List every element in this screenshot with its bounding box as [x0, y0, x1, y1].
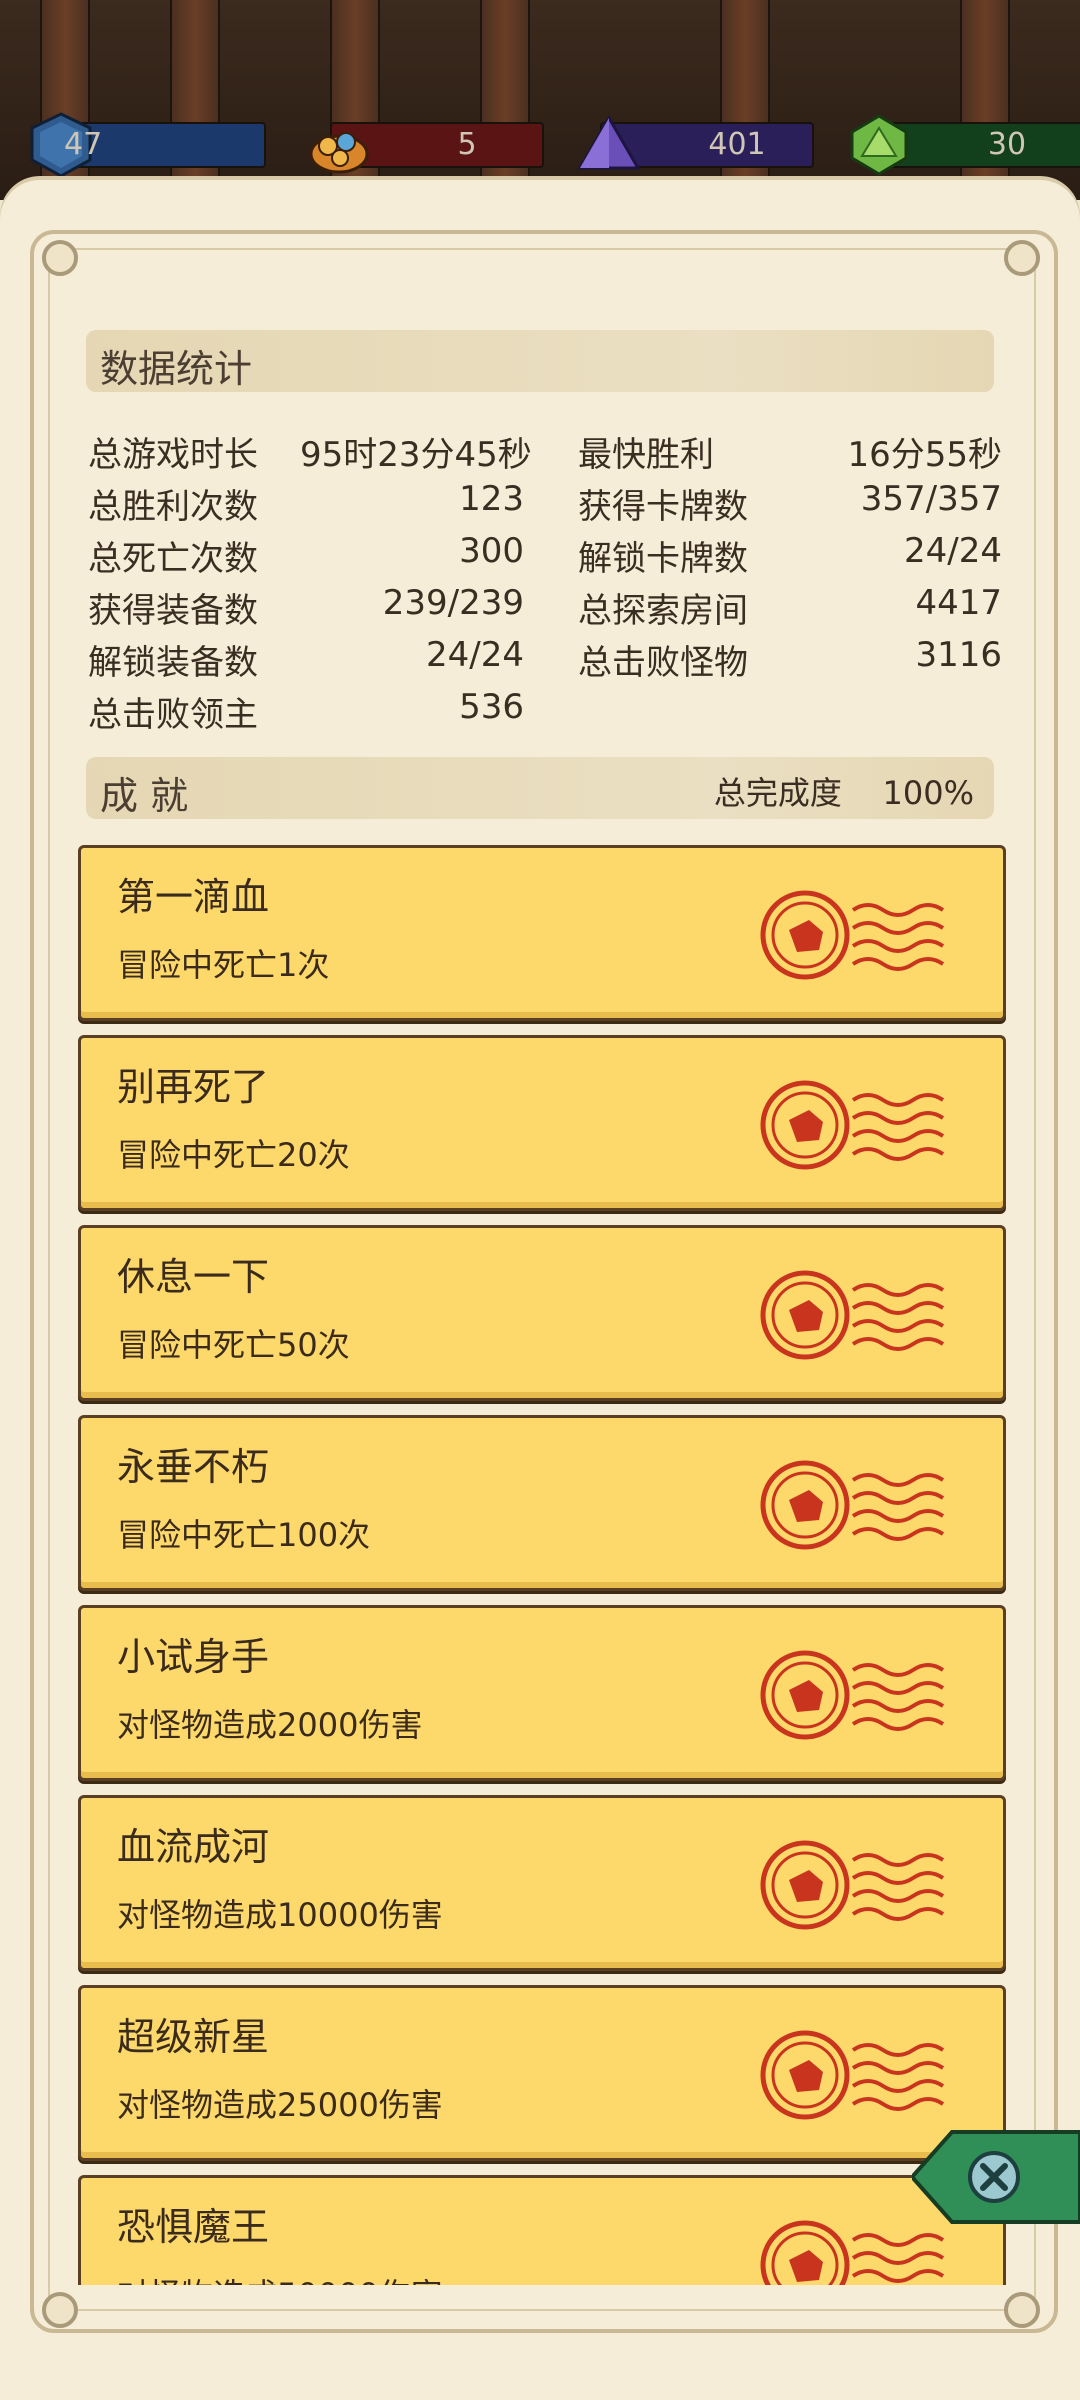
corner-ornament	[1004, 2292, 1040, 2328]
achievement-desc: 对怪物造成25000伤害	[117, 2086, 443, 2124]
completed-stamp-icon	[760, 1080, 945, 1170]
stat-label: 解锁装备数	[88, 643, 258, 683]
completed-stamp-icon	[760, 1650, 945, 1740]
achievement-desc: 对怪物造成10000伤害	[117, 1896, 443, 1934]
stat-value: 24/24	[904, 531, 1002, 571]
stat-label: 解锁卡牌数	[578, 539, 748, 579]
achievement-desc: 对怪物造成2000伤害	[117, 1706, 423, 1744]
achievement-title: 第一滴血	[117, 875, 270, 919]
achievement-title: 永垂不朽	[117, 1445, 270, 1489]
achievement-title: 休息一下	[117, 1255, 270, 1299]
completed-stamp-icon	[760, 890, 945, 980]
completed-stamp-icon	[760, 1270, 945, 1360]
stat-label: 总游戏时长	[88, 435, 258, 475]
achievements-title: 成 就	[100, 774, 189, 818]
stat-label: 总死亡次数	[88, 539, 258, 579]
achievement-card[interactable]: 别再死了 冒险中死亡20次	[78, 1035, 1006, 1211]
completed-stamp-icon	[760, 1460, 945, 1550]
stat-label: 总击败领主	[88, 695, 258, 735]
achievement-card[interactable]: 小试身手 对怪物造成2000伤害	[78, 1605, 1006, 1781]
achievement-card[interactable]: 第一滴血 冒险中死亡1次	[78, 845, 1006, 1021]
achievement-title: 超级新星	[117, 2015, 270, 2059]
achievement-desc: 对怪物造成50000伤害	[117, 2270, 443, 2285]
purple-crystal-icon	[577, 115, 641, 170]
achievement-card[interactable]: 永垂不朽 冒险中死亡100次	[78, 1415, 1006, 1591]
gem-value: 30	[987, 127, 1027, 162]
stat-value: 536	[459, 687, 524, 727]
close-button[interactable]	[912, 2128, 1080, 2226]
achievement-desc: 冒险中死亡20次	[117, 1136, 350, 1174]
achievement-title: 恐惧魔王	[117, 2205, 270, 2249]
completed-stamp-icon	[760, 1840, 945, 1930]
gold-value: 5	[457, 127, 477, 162]
corner-ornament	[42, 240, 78, 276]
stat-label: 总击败怪物	[578, 643, 748, 683]
completion-summary: 总完成度 100%	[714, 768, 974, 814]
completed-stamp-icon	[760, 2030, 945, 2120]
achievement-card[interactable]: 血流成河 对怪物造成10000伤害	[78, 1795, 1006, 1971]
green-gem-icon	[850, 114, 908, 176]
stat-label: 获得装备数	[88, 591, 258, 631]
achievement-title: 小试身手	[117, 1635, 270, 1679]
achievement-list[interactable]: 第一滴血 冒险中死亡1次 别再死了 冒险中死亡20次 休息一下 冒险中死亡50次	[78, 835, 1008, 2285]
completion-label: 总完成度	[713, 774, 842, 812]
stat-label: 获得卡牌数	[578, 487, 748, 527]
achievement-desc: 冒险中死亡50次	[117, 1326, 350, 1364]
stats-title: 数据统计	[100, 347, 253, 391]
crystal-counter: 401	[577, 115, 814, 170]
stat-value: 239/239	[382, 583, 524, 623]
stat-value: 3116	[915, 635, 1002, 675]
stat-value: 300	[459, 531, 524, 571]
achievement-desc: 冒险中死亡1次	[117, 946, 330, 984]
stat-label: 最快胜利	[578, 435, 714, 475]
gold-counter: 5	[309, 122, 544, 174]
resource-bar: 47 5 401 30	[0, 0, 1080, 200]
corner-ornament	[1004, 240, 1040, 276]
level-value: 47	[64, 127, 103, 162]
crystal-value: 401	[708, 127, 766, 162]
stat-label: 总胜利次数	[88, 487, 258, 527]
completion-value: 100%	[882, 774, 974, 812]
stat-value: 95时23分45秒	[300, 435, 532, 475]
achievement-card[interactable]: 休息一下 冒险中死亡50次	[78, 1225, 1006, 1401]
gem-counter: 30	[850, 114, 1080, 176]
stat-value: 24/24	[426, 635, 524, 675]
stat-value: 16分55秒	[847, 435, 1002, 475]
stat-value: 4417	[915, 583, 1002, 623]
achievement-card[interactable]: 恐惧魔王 对怪物造成50000伤害	[78, 2175, 1006, 2285]
gold-pile-icon	[309, 132, 369, 174]
stat-value: 123	[459, 479, 524, 519]
achievement-card[interactable]: 超级新星 对怪物造成25000伤害	[78, 1985, 1006, 2161]
achievement-desc: 冒险中死亡100次	[117, 1516, 371, 1554]
achievement-title: 别再死了	[117, 1065, 270, 1109]
stat-value: 357/357	[860, 479, 1002, 519]
stat-label: 总探索房间	[578, 591, 748, 631]
corner-ornament	[42, 2292, 78, 2328]
achievement-title: 血流成河	[117, 1825, 270, 1869]
level-counter: 47	[30, 112, 266, 178]
